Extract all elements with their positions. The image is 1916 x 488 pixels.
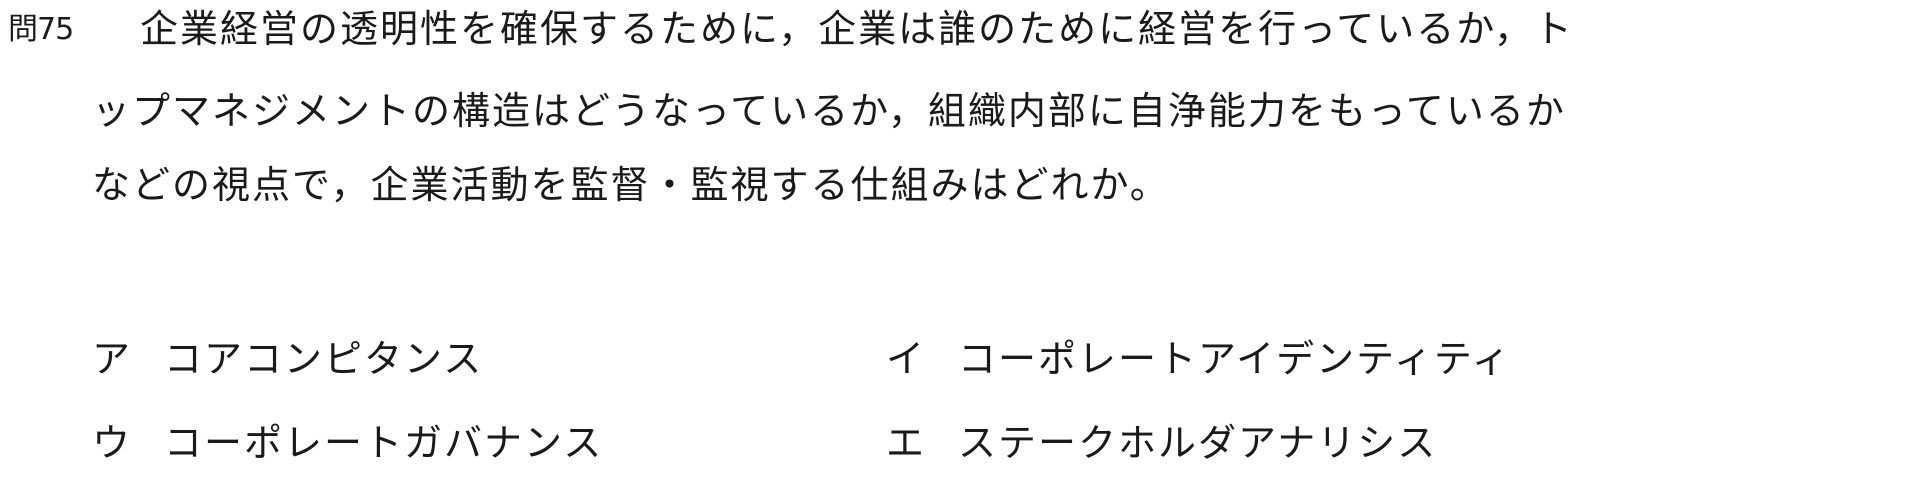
choice-a-text: コアコンピタンス [164, 337, 484, 381]
choice-a: アコアコンピタンス [92, 334, 483, 384]
choice-i-text: コーポレートアイデンティティ [958, 337, 1512, 381]
choice-e: エステークホルダアナリシス [886, 418, 1437, 468]
choice-u-text: コーポレートガバナンス [164, 421, 604, 465]
choice-u-mark: ウ [92, 421, 133, 465]
choice-e-mark: エ [886, 421, 927, 465]
choice-i-mark: イ [886, 337, 927, 381]
question-text-line-1: 企業経営の透明性を確保するために，企業は誰のために経営を行っているか，ト [140, 7, 1574, 51]
question-block: 問75 企業経営の透明性を確保するために，企業は誰のために経営を行っているか，ト… [0, 0, 1916, 488]
choice-u: ウコーポレートガバナンス [92, 418, 603, 468]
choice-i: イコーポレートアイデンティティ [886, 334, 1512, 384]
question-number: 問75 [8, 12, 74, 47]
choice-e-text: ステークホルダアナリシス [958, 421, 1438, 465]
choice-a-mark: ア [92, 337, 133, 381]
question-text-line-3: などの視点で，企業活動を監督・監視する仕組みはどれか。 [92, 163, 1170, 207]
question-text-line-2: ップマネジメントの構造はどうなっているか，組織内部に自浄能力をもっているか [92, 89, 1566, 133]
